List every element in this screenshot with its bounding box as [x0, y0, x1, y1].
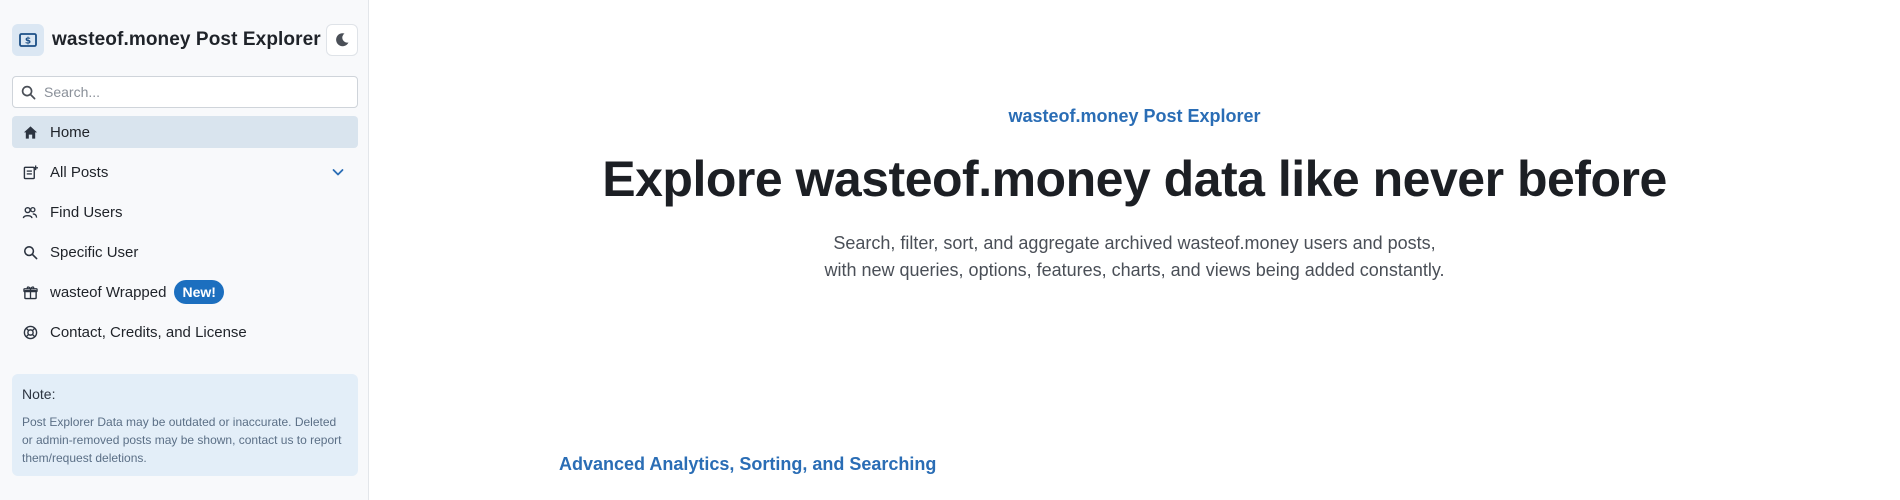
nav-item-home[interactable]: Home — [12, 116, 358, 148]
nav-label-all-posts: All Posts — [50, 163, 109, 181]
hero-subtitle-line-2: with new queries, options, features, cha… — [824, 260, 1445, 280]
gift-icon — [22, 284, 38, 300]
section-heading: Advanced Analytics, Sorting, and Searchi… — [559, 454, 937, 474]
app-root: $ wasteof.money Post Explorer Home — [0, 0, 1900, 500]
hero-subtitle-line-1: Search, filter, sort, and aggregate arch… — [833, 233, 1436, 253]
nav-item-contact[interactable]: Contact, Credits, and License — [12, 316, 358, 348]
chevron-down-icon[interactable] — [330, 164, 346, 180]
search-field[interactable] — [12, 76, 358, 108]
nav-label-contact: Contact, Credits, and License — [50, 323, 247, 341]
search-icon — [21, 85, 36, 99]
hero-subtitle: Search, filter, sort, and aggregate arch… — [369, 230, 1900, 284]
search-icon — [22, 244, 38, 260]
dollar-bill-icon[interactable]: $ — [12, 24, 44, 56]
home-icon — [22, 124, 38, 140]
app-title[interactable]: wasteof.money Post Explorer — [52, 29, 321, 51]
moon-icon — [336, 33, 349, 47]
theme-toggle-button[interactable] — [326, 24, 358, 56]
nav-label-find-users: Find Users — [50, 203, 123, 221]
nav-item-specific-user[interactable]: Specific User — [12, 236, 358, 268]
note-text: Post Explorer Data may be outdated or in… — [22, 415, 342, 465]
nav-label-home: Home — [50, 123, 91, 141]
brand-header: $ wasteof.money Post Explorer — [12, 24, 358, 56]
note-title: Note: — [22, 386, 56, 402]
main-content: wasteof.money Post Explorer Explore wast… — [369, 0, 1900, 500]
hero-eyebrow: wasteof.money Post Explorer — [1008, 106, 1261, 126]
nav-label-wasteof-wrapped: wasteof Wrapped — [50, 283, 167, 301]
lifebuoy-icon — [22, 324, 38, 340]
sidebar: $ wasteof.money Post Explorer Home — [0, 0, 369, 500]
data-note: Note: Post Explorer Data may be outdated… — [12, 374, 358, 476]
nav-item-wasteof-wrapped[interactable]: wasteof Wrapped New! — [12, 276, 358, 308]
users-icon — [22, 204, 38, 220]
new-badge: New! — [174, 280, 224, 304]
nav-item-find-users[interactable]: Find Users — [12, 196, 358, 228]
hero-title: Explore wasteof.money data like never be… — [602, 151, 1667, 207]
nav-label-specific-user: Specific User — [50, 243, 139, 261]
svg-text:$: $ — [25, 37, 31, 47]
search-input[interactable] — [44, 84, 344, 100]
nav-item-all-posts[interactable]: All Posts — [12, 156, 358, 188]
posts-icon — [22, 164, 38, 180]
